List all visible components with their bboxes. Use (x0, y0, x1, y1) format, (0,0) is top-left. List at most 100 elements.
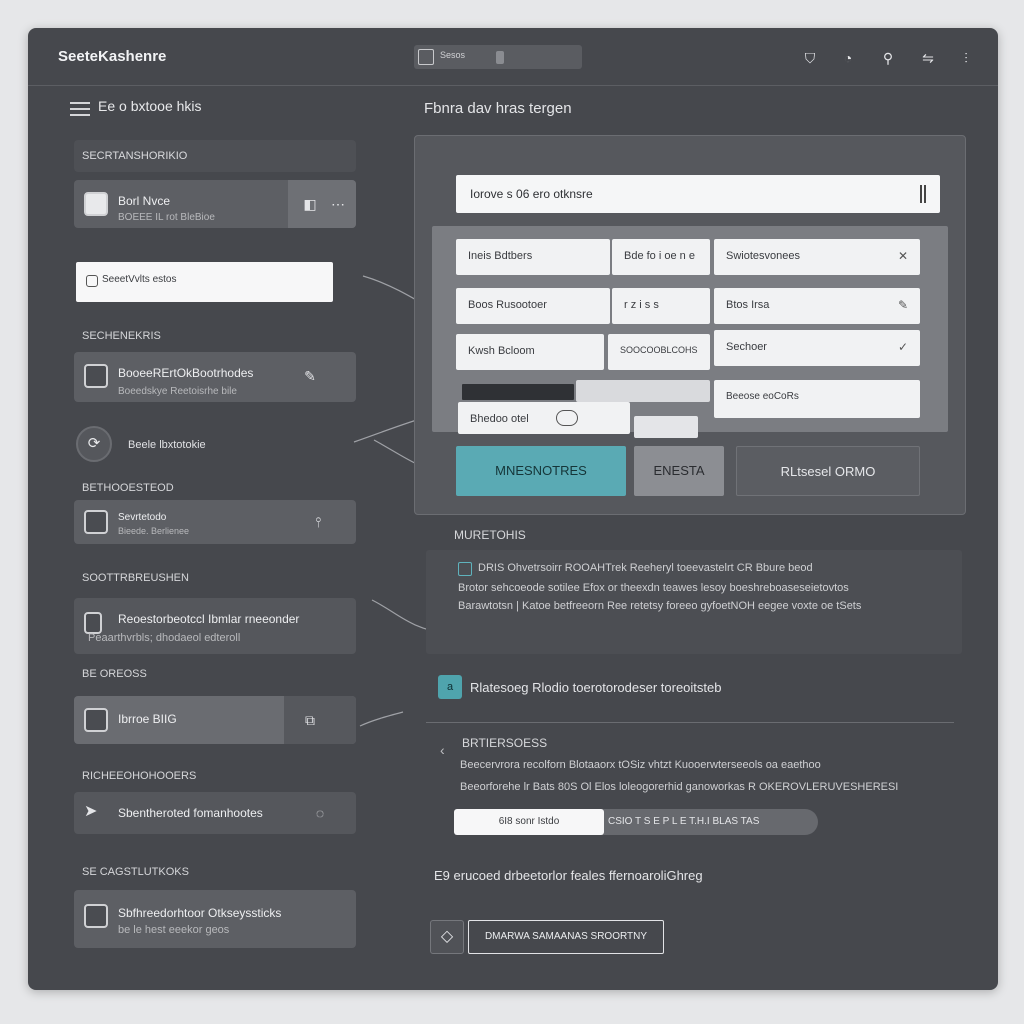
grid-cell[interactable]: SOOCOOBLCOHS (608, 334, 710, 370)
sidebar-card-6[interactable]: ➤ Sbentheroted fomanhootes ◌ (74, 792, 356, 834)
document-icon (84, 192, 108, 216)
grid-icon (84, 708, 108, 732)
app-title: SeeteKashenre (58, 48, 167, 65)
grid-cell[interactable]: Ineis Bdtbers (456, 239, 610, 275)
grid-cell-with-action[interactable]: Sechoer ✓ (714, 330, 920, 366)
sidebar-card-7[interactable]: Sbfhreedorhtoor Otkseyssticks be le hest… (74, 890, 356, 948)
card-action-area (284, 696, 356, 744)
grid-cell[interactable]: Kwsh Bcloom (456, 334, 604, 370)
sidebar-card-1[interactable]: Borl Nvce BOEEE IL rot BleBioe ◧ ⋯ (74, 180, 356, 228)
image-icon (84, 510, 108, 534)
sidebar-card-subtitle: Bieede. Berlienee (118, 526, 190, 536)
feature-row-text: Rlatesoeg Rlodio toerotorodeser toreoits… (470, 680, 722, 695)
segment-option[interactable]: CSIO T S E P L E T.H.I BLAS TAS (608, 816, 759, 827)
grid-cell (576, 380, 710, 402)
sidebar-label: SE CAGSTLUTKOKS (82, 866, 189, 878)
sidebar-card-subtitle: Boeedskye Reetoisrhe bile (118, 386, 237, 397)
diamond-icon[interactable]: ◇ (430, 920, 464, 954)
sidebar-card-title: Sbentheroted fomanhootes (118, 806, 263, 820)
titlebar-search[interactable]: Sesos (414, 45, 582, 69)
grid-cell (634, 416, 698, 438)
sidebar-search-input[interactable]: SeeetVvlts estos (76, 262, 333, 302)
main-search-value: Iorove s 06 ero otknsre (470, 187, 593, 201)
sidebar-label: SOOTTRBREUSHEN (82, 572, 189, 584)
more-icon[interactable]: ⋯ (328, 194, 348, 214)
main-search-input[interactable]: Iorove s 06 ero otknsre (456, 175, 940, 213)
segment-option-selected[interactable]: 6I8 sonr Istdo (454, 809, 604, 835)
location-icon[interactable]: ⚲ (878, 48, 898, 68)
link-icon[interactable]: ⇋ (916, 48, 940, 68)
hamburger-icon[interactable] (70, 102, 90, 116)
divider (426, 722, 954, 723)
search-slider-knob[interactable] (496, 51, 504, 64)
sidebar-label: RICHEEOHOHOOERS (82, 770, 197, 782)
pen-icon[interactable]: ✎ (898, 298, 908, 312)
grid-cell[interactable]: Boos Rusootoer (456, 288, 610, 324)
sidebar-card-4[interactable]: Reoestorbeotccl Ibmlar rneeonder Peaarth… (74, 598, 356, 654)
sync-icon[interactable]: ⟳ (76, 426, 112, 462)
profile-icon (84, 364, 108, 388)
sidebar-label: BETHOOESTEOD (82, 482, 174, 494)
secondary-button[interactable]: ENESTA (634, 446, 724, 496)
edit-icon[interactable]: ✎ (300, 366, 320, 386)
bell-icon[interactable]: ◔ (838, 48, 858, 68)
toggle-icon[interactable] (556, 410, 578, 426)
grid-cell-with-action[interactable]: Swiotesvonees ✕ (714, 239, 920, 275)
sidebar-card-title: Borl Nvce (118, 194, 171, 208)
clock-icon[interactable]: ◌ (310, 803, 330, 823)
doc-icon (418, 49, 434, 65)
sidebar-label: BE OREOSS (82, 668, 147, 680)
grid-cell-text: Sechoer (726, 341, 767, 353)
grid-cell-text: Beeose eoCoRs (726, 391, 799, 402)
sidebar-card-2[interactable]: BooeeRErtOkBootrhodes Boeedskye Reetoisr… (74, 352, 356, 402)
main-heading: Fbnra dav hras tergen (424, 100, 572, 117)
sidebar-section-header: SECRTANSHORIKIO (74, 140, 356, 172)
lock-icon (86, 275, 98, 287)
grid-cell-text: Btos Irsa (726, 299, 770, 311)
grid-cell-text: Swiotesvonees (726, 250, 800, 262)
sidebar-card-title: Reoestorbeotccl Ibmlar rneeonder (118, 612, 300, 626)
footer-text: E9 erucoed drbeetorlor feales ffernoarol… (434, 868, 703, 883)
chevron-left-icon[interactable]: ‹ (440, 742, 445, 758)
title-bar: SeeteKashenre Sesos ⛉ ◔ ⚲ ⇋ ⫶ (28, 28, 998, 86)
shield-icon[interactable]: ⛉ (800, 48, 820, 68)
sidebar-card-subtitle: be le hest eeekor geos (118, 924, 230, 936)
options-icon[interactable] (920, 185, 926, 203)
sidebar-card-5[interactable]: Ibrroe BIIG ⧉ (74, 696, 356, 744)
tag-icon[interactable]: ◧ (300, 194, 320, 214)
file-icon (84, 612, 102, 634)
primary-button[interactable]: MNESNOTRES (456, 446, 626, 496)
pin-icon[interactable]: ⫯ (308, 512, 328, 532)
gallery-icon (84, 904, 108, 928)
grid-cell[interactable]: Bde fo i oe n e (612, 239, 710, 275)
grid-cell-with-action[interactable]: Beeose eoCoRs (714, 380, 920, 418)
copy-icon[interactable]: ⧉ (300, 710, 320, 730)
description-line: Beeorforehe lr Bats 80S Ol Elos loleogor… (460, 781, 899, 793)
grid-cell-with-action[interactable]: Bhedoo otel (458, 402, 630, 434)
checkbox[interactable] (458, 562, 472, 576)
sidebar-card-subtitle: Peaarthvrbls; dhodaeol edteroll (88, 632, 241, 644)
feature-badge: a (438, 675, 462, 699)
section-title: MURETOHIS (454, 528, 526, 542)
grid-cell[interactable]: r z i s s (612, 288, 710, 324)
description-line: Barawtotsn | Katoe betfreeorn Ree retets… (458, 600, 862, 612)
close-icon[interactable]: ✕ (898, 249, 908, 263)
description-line: Beecervrora recolforn Blotaaorx tOSiz vh… (460, 759, 821, 771)
description-line: Brotor sehcoeode sotilee Efox or theexdn… (458, 582, 849, 594)
sidebar-search-value: SeeetVvlts estos (102, 274, 177, 285)
sidebar-card-title: Ibrroe BIIG (118, 712, 177, 726)
tertiary-button[interactable]: RLtsesel ORMO (736, 446, 920, 496)
menu-icon[interactable]: ⫶ (956, 48, 976, 68)
check-icon[interactable]: ✓ (898, 340, 908, 354)
description-line: DRIS Ohvetrsoirr ROOAHTrek Reeheryl toee… (478, 562, 813, 574)
sidebar-card-title: Sevrtetodo (118, 512, 167, 523)
titlebar-search-text: Sesos (440, 50, 466, 60)
app-window: SeeteKashenre Sesos ⛉ ◔ ⚲ ⇋ ⫶ Ee o bxtoo… (28, 28, 998, 990)
grid-cell-with-action[interactable]: Btos Irsa ✎ (714, 288, 920, 324)
footer-button[interactable]: DMARWA SAMAANAS SROORTNY (468, 920, 664, 954)
progress-strip (462, 384, 574, 400)
sidebar-label: SECHENEKRIS (82, 330, 161, 342)
sidebar-card-3[interactable]: Sevrtetodo Bieede. Berlienee ⫯ (74, 500, 356, 544)
sidebar-heading: Ee o bxtooe hkis (98, 98, 202, 114)
arrow-icon: ➤ (84, 803, 98, 820)
